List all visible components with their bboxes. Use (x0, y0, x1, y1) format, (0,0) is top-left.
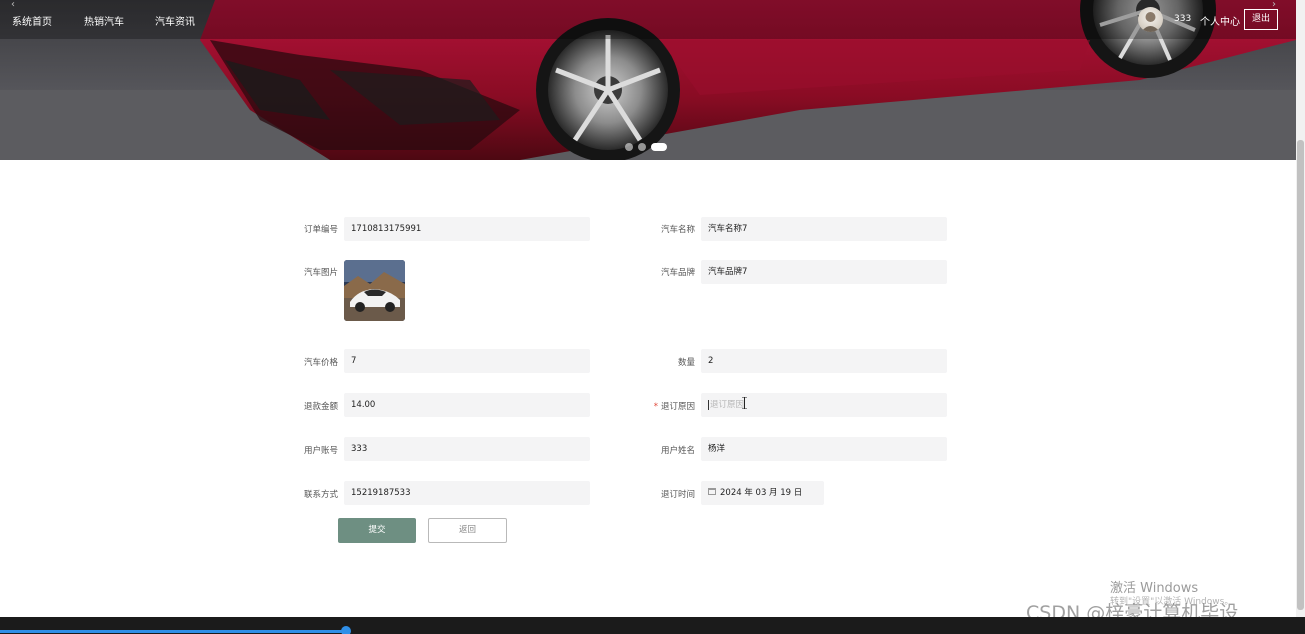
refund-amount-label: 退款金额 (303, 402, 338, 412)
logout-button[interactable]: 退出 (1244, 9, 1278, 30)
refund-amount-field[interactable]: 14.00 (344, 393, 590, 417)
cancel-reason-placeholder: 退订原因 (710, 400, 745, 410)
scrollbar-thumb[interactable] (1297, 140, 1304, 610)
cancel-time-value: 2024 年 03 月 19 日 (720, 488, 803, 498)
car-price-label: 汽车价格 (303, 358, 338, 368)
ibeam-cursor-icon (742, 397, 747, 409)
user-account-field[interactable]: 333 (344, 437, 590, 461)
submit-button[interactable]: 提交 (338, 518, 416, 543)
username: 333 (1174, 14, 1192, 24)
order-no-label: 订单编号 (303, 225, 338, 235)
carousel-dot-active[interactable] (651, 143, 667, 151)
car-photo (344, 260, 405, 321)
cancel-time-label: 退订时间 (660, 490, 695, 500)
progress-knob[interactable] (341, 626, 351, 634)
carousel-dot[interactable] (638, 143, 646, 151)
user-name-field[interactable]: 杨洋 (701, 437, 947, 461)
carousel-indicators (625, 143, 667, 151)
top-nav: 系统首页 热销汽车 汽车资讯 333 个人中心 退出 (0, 0, 1296, 39)
car-brand-label: 汽车品牌 (660, 268, 695, 278)
text-caret (708, 399, 709, 410)
cancel-reason-label: * 退订原因 (635, 400, 695, 412)
cancel-reason-label-text: 退订原因 (660, 402, 695, 412)
car-image-label: 汽车图片 (303, 268, 338, 278)
back-button[interactable]: 返回 (428, 518, 507, 543)
cancel-time-picker[interactable]: 2024 年 03 月 19 日 (701, 481, 824, 505)
nav-hot-cars[interactable]: 热销汽车 (84, 13, 124, 28)
car-price-field[interactable]: 7 (344, 349, 590, 373)
order-no-field[interactable]: 1710813175991 (344, 217, 590, 241)
user-name-label: 用户姓名 (660, 446, 695, 456)
nav-car-news[interactable]: 汽车资讯 (155, 13, 195, 28)
user-account-label: 用户账号 (303, 446, 338, 456)
car-brand-field[interactable]: 汽车品牌7 (701, 260, 947, 284)
nav-home[interactable]: 系统首页 (12, 13, 52, 28)
required-mark: * (653, 402, 658, 412)
quantity-label: 数量 (677, 358, 695, 368)
calendar-icon (708, 488, 716, 495)
contact-field[interactable]: 15219187533 (344, 481, 590, 505)
personal-center-link[interactable]: 个人中心 (1200, 13, 1240, 28)
page: ‹ › 系统首页 热销汽车 汽车资讯 333 个人中心 退出 订单编号 1710… (0, 0, 1305, 634)
quantity-field[interactable]: 2 (701, 349, 947, 373)
carousel-dot[interactable] (625, 143, 633, 151)
car-name-field[interactable]: 汽车名称7 (701, 217, 947, 241)
progress-line[interactable] (0, 630, 345, 633)
avatar[interactable] (1138, 7, 1163, 32)
car-name-label: 汽车名称 (660, 225, 695, 235)
cancel-reason-input[interactable]: 退订原因 (701, 393, 947, 417)
avatar-icon (1141, 12, 1160, 32)
contact-label: 联系方式 (303, 490, 338, 500)
car-image-thumbnail[interactable] (344, 260, 405, 321)
